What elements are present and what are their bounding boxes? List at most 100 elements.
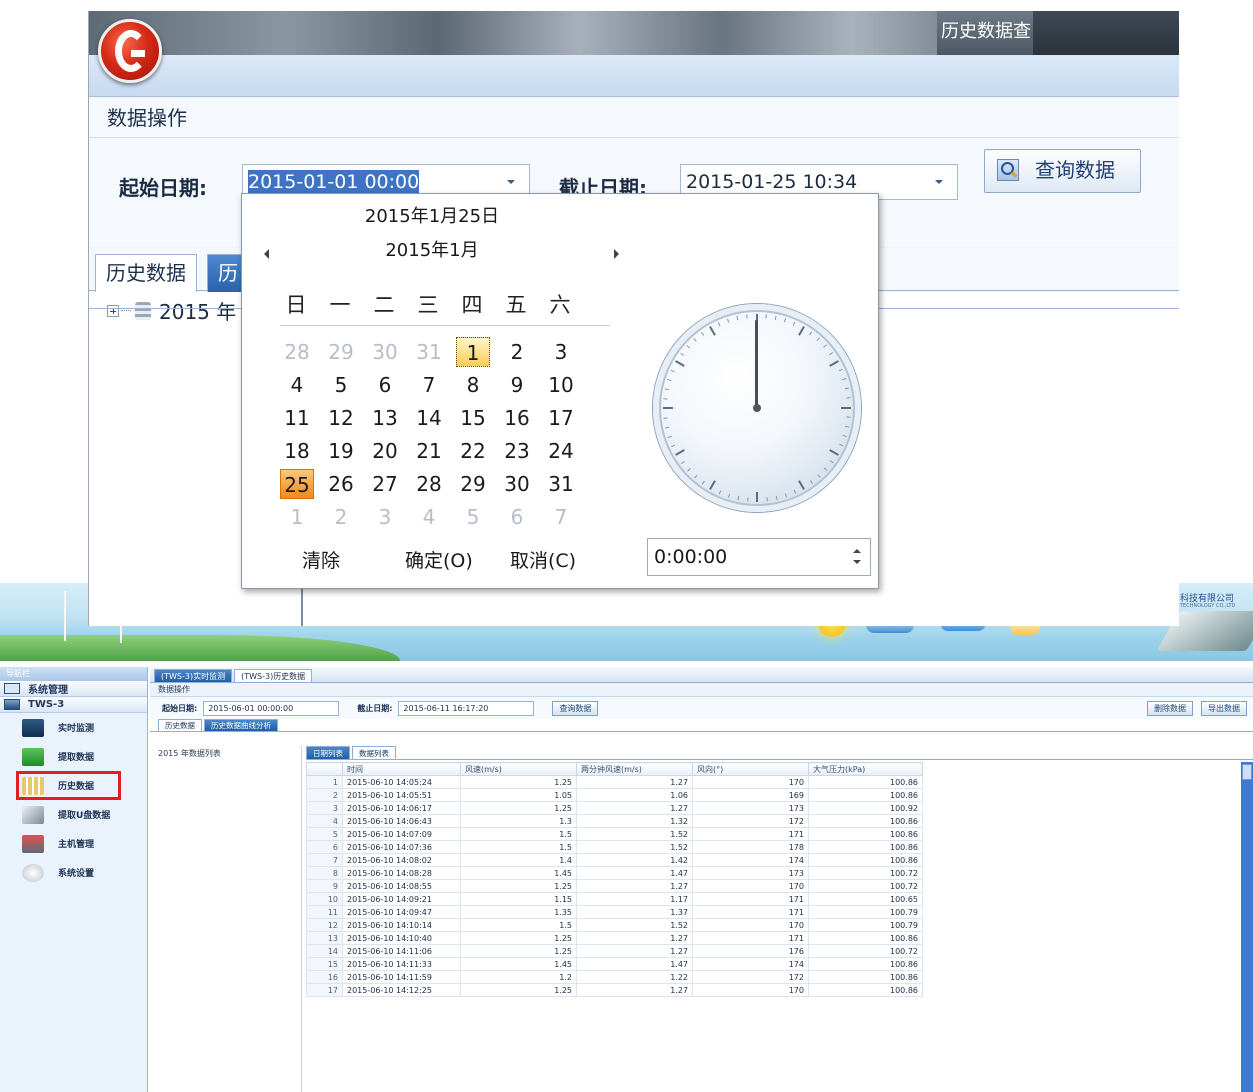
tab-realtime[interactable]: (TWS-3)实时监测 [154,669,233,682]
calendar-day[interactable]: 3 [544,337,578,367]
spin-down-icon[interactable] [853,560,861,564]
tab-date-list[interactable]: 日期列表 [306,746,350,759]
sidebar-item-settings[interactable]: 系统设置 [0,858,147,887]
calendar-day[interactable]: 31 [544,469,578,499]
calendar-day[interactable]: 5 [324,370,358,400]
tab-history-curve[interactable]: 历史数据曲线分析 [204,719,278,731]
sidebar-item-extract[interactable]: 提取数据 [0,742,147,771]
calendar-day[interactable]: 9 [500,370,534,400]
table-row[interactable]: 11 2015-06-10 14:09:47 1.35 1.37 171 100.79 [306,905,923,919]
calendar-day[interactable]: 19 [324,436,358,466]
calendar-day[interactable]: 3 [368,502,402,532]
calendar-day[interactable]: 18 [280,436,314,466]
time-input[interactable]: 0:00:00 [647,538,871,576]
table-row[interactable]: 9 2015-06-10 14:08:55 1.25 1.27 170 100.72 [306,879,923,893]
calendar-day[interactable]: 16 [500,403,534,433]
query-button[interactable]: 查询数据 [552,700,599,716]
calendar-day[interactable]: 29 [324,337,358,367]
calendar-day[interactable]: 24 [544,436,578,466]
cancel-button[interactable]: 取消(C) [510,546,576,573]
calendar-today-header[interactable]: 2015年1月25日 [242,202,622,228]
table-row[interactable]: 7 2015-06-10 14:08:02 1.4 1.42 174 100.86 [306,853,923,867]
tab-data-list[interactable]: 数据列表 [352,746,396,759]
calendar-day[interactable]: 17 [544,403,578,433]
calendar-day[interactable]: 28 [280,337,314,367]
expand-icon[interactable] [107,304,119,317]
end-date-combo[interactable]: 2015-06-11 16:17:20 [398,700,535,716]
calendar-day[interactable]: 25 [280,469,314,499]
column-header[interactable]: 两分钟风速(m/s) [576,762,693,776]
table-row[interactable]: 10 2015-06-10 14:09:21 1.15 1.17 171 100.65 [306,892,923,906]
calendar-day[interactable]: 30 [368,337,402,367]
calendar-day[interactable]: 12 [324,403,358,433]
tree-root-item[interactable]: 2015 年 [107,296,236,325]
app-logo-icon[interactable] [98,19,162,83]
table-row[interactable]: 1 2015-06-10 14:05:24 1.25 1.27 170 100.86 [306,775,923,789]
table-row[interactable]: 17 2015-06-10 14:12:25 1.25 1.27 170 100.86 [306,983,923,997]
table-row[interactable]: 15 2015-06-10 14:11:33 1.45 1.47 174 100.86 [306,957,923,971]
column-header[interactable]: 大气压力(kPa) [808,762,923,776]
tree-root-item[interactable]: 2015 年数据列表 [158,749,221,758]
sidebar-item-history[interactable]: 历史数据 [16,771,121,800]
column-header[interactable]: 时间 [342,762,461,776]
calendar-day[interactable]: 7 [544,502,578,532]
previous-month-icon[interactable] [264,249,269,259]
column-header[interactable]: 风速(m/s) [460,762,577,776]
delete-data-button[interactable]: 删除数据 [1147,700,1193,716]
calendar-day[interactable]: 6 [368,370,402,400]
calendar-day[interactable]: 10 [544,370,578,400]
calendar-day[interactable]: 27 [368,469,402,499]
calendar-day[interactable]: 15 [456,403,490,433]
calendar-day[interactable]: 1 [280,502,314,532]
table-row[interactable]: 2 2015-06-10 14:05:51 1.05 1.06 169 100.86 [306,788,923,802]
tab-history-data[interactable]: 历史数据 [158,719,202,731]
calendar-day[interactable]: 4 [412,502,446,532]
table-row[interactable]: 6 2015-06-10 14:07:36 1.5 1.52 178 100.86 [306,840,923,854]
table-row[interactable]: 16 2015-06-10 14:11:59 1.2 1.22 172 100.86 [306,970,923,984]
table-row[interactable]: 8 2015-06-10 14:08:28 1.45 1.47 173 100.72 [306,866,923,880]
calendar-day[interactable]: 23 [500,436,534,466]
sidebar-item-realtime[interactable]: 实时监测 [0,713,147,742]
scrollbar-thumb[interactable] [1242,764,1252,780]
time-spinner[interactable] [852,544,862,570]
calendar-day[interactable]: 21 [412,436,446,466]
calendar-day[interactable]: 6 [500,502,534,532]
table-row[interactable]: 13 2015-06-10 14:10:40 1.25 1.27 171 100.86 [306,931,923,945]
calendar-day[interactable]: 13 [368,403,402,433]
next-month-icon[interactable] [614,249,619,259]
table-row[interactable]: 5 2015-06-10 14:07:09 1.5 1.52 171 100.86 [306,827,923,841]
calendar-day[interactable]: 2 [500,337,534,367]
export-data-button[interactable]: 导出数据 [1201,700,1247,716]
sidebar-group-station[interactable]: TWS-3 [0,697,147,713]
calendar-day[interactable]: 14 [412,403,446,433]
sidebar-item-usb[interactable]: 提取U盘数据 [0,800,147,829]
chevron-down-icon[interactable] [935,180,943,184]
calendar-day[interactable]: 31 [412,337,446,367]
tab-history-data[interactable]: 历史数据 [95,254,197,292]
table-row[interactable]: 3 2015-06-10 14:06:17 1.25 1.27 173 100.92 [306,801,923,815]
sidebar-group-system[interactable]: 系统管理 [0,681,147,697]
sidebar-item-host[interactable]: 主机管理 [0,829,147,858]
calendar-day[interactable]: 28 [412,469,446,499]
calendar-day[interactable]: 7 [412,370,446,400]
vertical-scrollbar[interactable] [1241,762,1253,1092]
spin-up-icon[interactable] [853,549,861,553]
calendar-day[interactable]: 20 [368,436,402,466]
table-row[interactable]: 14 2015-06-10 14:11:06 1.25 1.27 176 100.72 [306,944,923,958]
calendar-day[interactable]: 2 [324,502,358,532]
calendar-day[interactable]: 4 [280,370,314,400]
query-data-button[interactable]: 查询数据 [984,149,1141,193]
calendar-day[interactable]: 29 [456,469,490,499]
chevron-down-icon[interactable] [507,180,515,184]
clear-button[interactable]: 清除 [302,546,340,573]
table-row[interactable]: 12 2015-06-10 14:10:14 1.5 1.52 170 100.79 [306,918,923,932]
calendar-day[interactable]: 26 [324,469,358,499]
start-date-combo[interactable]: 2015-06-01 00:00:00 [203,700,340,716]
calendar-day[interactable]: 11 [280,403,314,433]
ok-button[interactable]: 确定(O) [405,546,473,573]
calendar-month-header[interactable]: 2015年1月 [242,236,622,262]
calendar-day[interactable]: 22 [456,436,490,466]
table-row[interactable]: 4 2015-06-10 14:06:43 1.3 1.32 172 100.86 [306,814,923,828]
column-header[interactable]: 风向(°) [692,762,809,776]
calendar-day[interactable]: 8 [456,370,490,400]
